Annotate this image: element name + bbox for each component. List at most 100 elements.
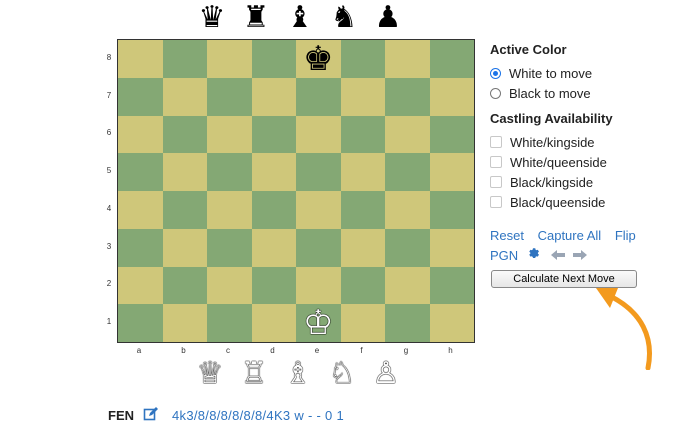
square-h6[interactable]: [429, 115, 474, 154]
rank-label: 1: [106, 317, 112, 327]
square-f6[interactable]: [340, 115, 385, 154]
radio-button[interactable]: [490, 67, 501, 79]
square-f3[interactable]: [340, 228, 385, 267]
white-rook-piece[interactable]: ♖: [232, 354, 276, 394]
capture-all-link[interactable]: Capture All: [538, 228, 602, 243]
square-h1[interactable]: [429, 304, 474, 342]
square-b5[interactable]: [162, 153, 207, 191]
square-g8[interactable]: [385, 40, 430, 78]
radio-black-to-move[interactable]: Black to move: [490, 83, 690, 103]
checkbox[interactable]: [490, 136, 502, 148]
square-e1[interactable]: ♔: [296, 304, 341, 342]
arrow-right-icon[interactable]: [573, 248, 588, 263]
square-d5[interactable]: [251, 153, 296, 191]
square-a2[interactable]: [118, 266, 163, 305]
square-a6[interactable]: [118, 115, 163, 154]
square-e4[interactable]: [296, 191, 341, 229]
square-g5[interactable]: [385, 153, 430, 191]
checkbox[interactable]: [490, 176, 502, 188]
square-h8[interactable]: [429, 40, 474, 78]
checkbox[interactable]: [490, 156, 502, 168]
square-f8[interactable]: [340, 40, 385, 78]
square-c6[interactable]: [207, 115, 252, 154]
square-a4[interactable]: [118, 191, 163, 229]
square-a8[interactable]: [118, 40, 163, 78]
black-knight-piece[interactable]: ♞: [322, 0, 366, 38]
square-g6[interactable]: [385, 115, 430, 154]
white-queen-piece[interactable]: ♕: [188, 354, 232, 394]
square-b3[interactable]: [162, 228, 207, 267]
square-g3[interactable]: [385, 228, 430, 267]
square-d7[interactable]: [251, 77, 296, 116]
square-e3[interactable]: [296, 228, 341, 267]
square-b7[interactable]: [162, 77, 207, 116]
square-d6[interactable]: [251, 115, 296, 154]
pgn-link[interactable]: PGN: [490, 248, 518, 263]
white-bishop-piece[interactable]: ♗: [276, 354, 320, 394]
arrow-left-icon[interactable]: [551, 248, 566, 263]
square-e2[interactable]: [296, 266, 341, 305]
black-bishop-piece[interactable]: ♝: [278, 0, 322, 38]
square-c3[interactable]: [207, 228, 252, 267]
black-pawn-piece[interactable]: ♟: [366, 0, 410, 38]
white-king-piece[interactable]: ♔: [303, 306, 333, 340]
checkbox-white-queenside[interactable]: White/queenside: [490, 152, 690, 172]
checkbox-black-kingside[interactable]: Black/kingside: [490, 172, 690, 192]
edit-icon[interactable]: [143, 406, 159, 422]
square-d8[interactable]: [251, 40, 296, 78]
square-h7[interactable]: [429, 77, 474, 116]
square-a7[interactable]: [118, 77, 163, 116]
reset-link[interactable]: Reset: [490, 228, 524, 243]
square-h5[interactable]: [429, 153, 474, 191]
square-d4[interactable]: [251, 191, 296, 229]
chessboard[interactable]: ♚ ♔: [117, 39, 475, 343]
black-rook-piece[interactable]: ♜: [234, 0, 278, 38]
square-c1[interactable]: [207, 304, 252, 342]
square-b1[interactable]: [162, 304, 207, 342]
gear-icon[interactable]: [528, 247, 541, 263]
square-f1[interactable]: [340, 304, 385, 342]
checkbox-black-queenside[interactable]: Black/queenside: [490, 192, 690, 212]
square-f2[interactable]: [340, 266, 385, 305]
flip-link[interactable]: Flip: [615, 228, 636, 243]
radio-button[interactable]: [490, 87, 501, 99]
square-f4[interactable]: [340, 191, 385, 229]
square-c7[interactable]: [207, 77, 252, 116]
checkbox-white-kingside[interactable]: White/kingside: [490, 132, 690, 152]
square-c8[interactable]: [207, 40, 252, 78]
square-b8[interactable]: [162, 40, 207, 78]
square-a1[interactable]: [118, 304, 163, 342]
square-f5[interactable]: [340, 153, 385, 191]
square-c2[interactable]: [207, 266, 252, 305]
square-b4[interactable]: [162, 191, 207, 229]
square-e6[interactable]: [296, 115, 341, 154]
square-g7[interactable]: [385, 77, 430, 116]
square-d1[interactable]: [251, 304, 296, 342]
square-a3[interactable]: [118, 228, 163, 267]
square-a5[interactable]: [118, 153, 163, 191]
fen-value[interactable]: 4k3/8/8/8/8/8/8/4K3 w - - 0 1: [172, 408, 344, 423]
white-pawn-piece[interactable]: ♙: [364, 354, 408, 394]
square-e8[interactable]: ♚: [296, 40, 341, 78]
square-g2[interactable]: [385, 266, 430, 305]
square-d3[interactable]: [251, 228, 296, 267]
square-e5[interactable]: [296, 153, 341, 191]
square-g4[interactable]: [385, 191, 430, 229]
square-d2[interactable]: [251, 266, 296, 305]
square-c5[interactable]: [207, 153, 252, 191]
square-f7[interactable]: [340, 77, 385, 116]
square-b2[interactable]: [162, 266, 207, 305]
square-h4[interactable]: [429, 191, 474, 229]
radio-white-to-move[interactable]: White to move: [490, 63, 690, 83]
square-g1[interactable]: [385, 304, 430, 342]
checkbox[interactable]: [490, 196, 502, 208]
white-knight-piece[interactable]: ♘: [320, 354, 364, 394]
rank-label: 7: [106, 90, 112, 100]
square-h2[interactable]: [429, 266, 474, 305]
square-h3[interactable]: [429, 228, 474, 267]
square-c4[interactable]: [207, 191, 252, 229]
black-queen-piece[interactable]: ♛: [190, 0, 234, 38]
square-b6[interactable]: [162, 115, 207, 154]
black-king-piece[interactable]: ♚: [303, 42, 333, 76]
square-e7[interactable]: [296, 77, 341, 116]
